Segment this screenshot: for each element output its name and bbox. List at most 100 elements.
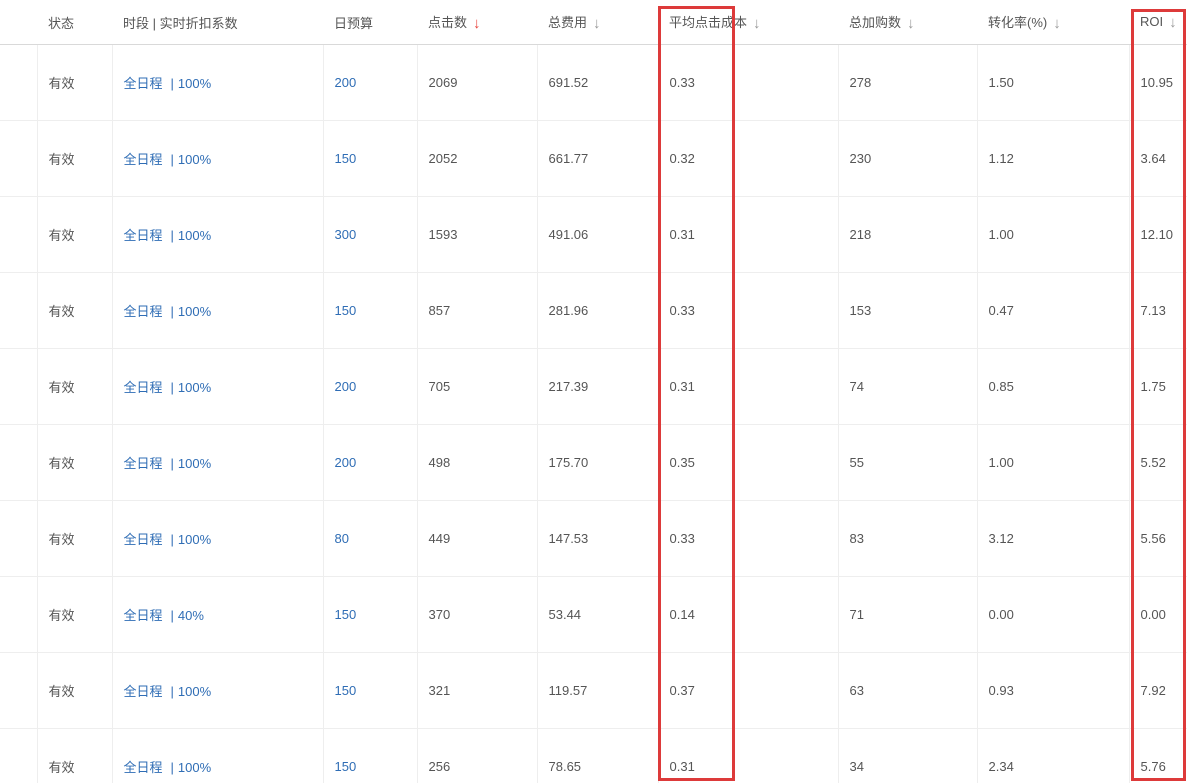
status-cell: 有效 (36, 44, 112, 121)
row-spacer (0, 728, 37, 783)
schedule-cell[interactable]: 全日程 | 100% (111, 500, 323, 577)
conversion-rate-cell: 0.47 (976, 272, 1129, 349)
cost-cell: 119.57 (536, 652, 658, 729)
row-spacer (0, 500, 37, 577)
cpc-cell: 0.31 (657, 728, 838, 783)
budget-cell[interactable]: 200 (322, 348, 417, 425)
schedule-link[interactable]: 全日程 (124, 380, 163, 395)
schedule-link[interactable]: 全日程 (124, 684, 163, 699)
conversion-rate-cell: 1.50 (976, 44, 1129, 121)
discount-link[interactable]: 100% (178, 532, 211, 547)
campaign-data-table: 状态 时段 | 实时折扣系数 日预算 点击数 ↓ 总费用 ↓ 平均点击成本 ↓ 总加购… (0, 0, 1187, 783)
table-row: 有效 全日程 | 100% 200 2069 691.52 0.33 278 1.50 10.95 (0, 44, 1187, 121)
discount-link[interactable]: 100% (178, 76, 211, 91)
schedule-cell[interactable]: 全日程 | 40% (111, 576, 323, 653)
schedule-cell[interactable]: 全日程 | 100% (111, 424, 323, 501)
sort-arrow-down-icon[interactable]: ↓ (753, 15, 761, 32)
sort-arrow-down-icon[interactable]: ↓ (473, 15, 481, 32)
clicks-cell: 1593 (416, 196, 537, 273)
schedule-separator: | (170, 684, 174, 699)
header-cart-adds[interactable]: 总加购数 ↓ (838, 0, 977, 45)
schedule-link[interactable]: 全日程 (124, 152, 163, 167)
schedule-separator: | (170, 760, 174, 775)
sort-arrow-down-icon[interactable]: ↓ (907, 15, 915, 32)
roi-cell: 3.64 (1128, 120, 1187, 197)
schedule-link[interactable]: 全日程 (124, 456, 163, 471)
schedule-cell[interactable]: 全日程 | 100% (111, 196, 323, 273)
schedule-cell[interactable]: 全日程 | 100% (111, 348, 323, 425)
schedule-cell[interactable]: 全日程 | 100% (111, 728, 323, 783)
schedule-link[interactable]: 全日程 (124, 608, 163, 623)
cpc-cell: 0.33 (657, 44, 838, 121)
status-cell: 有效 (36, 728, 112, 783)
header-conversion-rate[interactable]: 转化率(%) ↓ (977, 0, 1129, 45)
schedule-link[interactable]: 全日程 (124, 532, 163, 547)
budget-cell[interactable]: 150 (322, 272, 417, 349)
cpc-cell: 0.33 (657, 272, 838, 349)
clicks-cell: 2052 (416, 120, 537, 197)
budget-cell[interactable]: 200 (322, 424, 417, 501)
budget-cell[interactable]: 150 (322, 576, 417, 653)
header-roi[interactable]: ROI ↓ (1129, 0, 1187, 45)
discount-link[interactable]: 100% (178, 456, 211, 471)
header-clicks[interactable]: 点击数 ↓ (417, 0, 537, 45)
clicks-cell: 256 (416, 728, 537, 783)
discount-link[interactable]: 40% (178, 608, 204, 623)
table-row: 有效 全日程 | 100% 150 256 78.65 0.31 34 2.34 5.76 (0, 728, 1187, 783)
budget-cell[interactable]: 200 (322, 44, 417, 121)
discount-link[interactable]: 100% (178, 152, 211, 167)
schedule-link[interactable]: 全日程 (124, 760, 163, 775)
schedule-link[interactable]: 全日程 (124, 304, 163, 319)
sort-arrow-down-icon[interactable]: ↓ (1169, 14, 1177, 31)
cost-cell: 78.65 (536, 728, 658, 783)
row-spacer (0, 272, 37, 349)
status-cell: 有效 (36, 500, 112, 577)
discount-link[interactable]: 100% (178, 760, 211, 775)
sort-arrow-down-icon[interactable]: ↓ (1053, 15, 1061, 32)
row-spacer (0, 652, 37, 729)
budget-cell[interactable]: 150 (322, 728, 417, 783)
schedule-link[interactable]: 全日程 (124, 76, 163, 91)
cost-cell: 491.06 (536, 196, 658, 273)
roi-cell: 5.76 (1128, 728, 1187, 783)
clicks-cell: 321 (416, 652, 537, 729)
cart-adds-cell: 278 (837, 44, 977, 121)
schedule-cell[interactable]: 全日程 | 100% (111, 44, 323, 121)
conversion-rate-cell: 3.12 (976, 500, 1129, 577)
schedule-separator: | (170, 532, 174, 547)
schedule-cell[interactable]: 全日程 | 100% (111, 272, 323, 349)
clicks-cell: 449 (416, 500, 537, 577)
status-cell: 有效 (36, 652, 112, 729)
schedule-link[interactable]: 全日程 (124, 228, 163, 243)
discount-link[interactable]: 100% (178, 380, 211, 395)
header-cost[interactable]: 总费用 ↓ (537, 0, 658, 45)
budget-cell[interactable]: 150 (322, 652, 417, 729)
roi-cell: 7.13 (1128, 272, 1187, 349)
roi-cell: 0.00 (1128, 576, 1187, 653)
budget-cell[interactable]: 80 (322, 500, 417, 577)
budget-cell[interactable]: 300 (322, 196, 417, 273)
discount-link[interactable]: 100% (178, 304, 211, 319)
schedule-cell[interactable]: 全日程 | 100% (111, 652, 323, 729)
clicks-cell: 705 (416, 348, 537, 425)
budget-cell[interactable]: 150 (322, 120, 417, 197)
cost-cell: 147.53 (536, 500, 658, 577)
sort-arrow-down-icon[interactable]: ↓ (593, 15, 601, 32)
conversion-rate-cell: 0.85 (976, 348, 1129, 425)
cpc-cell: 0.14 (657, 576, 838, 653)
schedule-separator: | (170, 228, 174, 243)
status-cell: 有效 (36, 120, 112, 197)
conversion-rate-cell: 1.12 (976, 120, 1129, 197)
conversion-rate-cell: 2.34 (976, 728, 1129, 783)
schedule-separator: | (170, 456, 174, 471)
cost-cell: 217.39 (536, 348, 658, 425)
header-schedule: 时段 | 实时折扣系数 (112, 0, 323, 45)
discount-link[interactable]: 100% (178, 228, 211, 243)
conversion-rate-cell: 0.00 (976, 576, 1129, 653)
header-cpc[interactable]: 平均点击成本 ↓ (658, 0, 838, 45)
roi-cell: 7.92 (1128, 652, 1187, 729)
discount-link[interactable]: 100% (178, 684, 211, 699)
schedule-cell[interactable]: 全日程 | 100% (111, 120, 323, 197)
clicks-cell: 2069 (416, 44, 537, 121)
table-header: 状态 时段 | 实时折扣系数 日预算 点击数 ↓ 总费用 ↓ 平均点击成本 ↓ 总加购… (0, 0, 1187, 45)
